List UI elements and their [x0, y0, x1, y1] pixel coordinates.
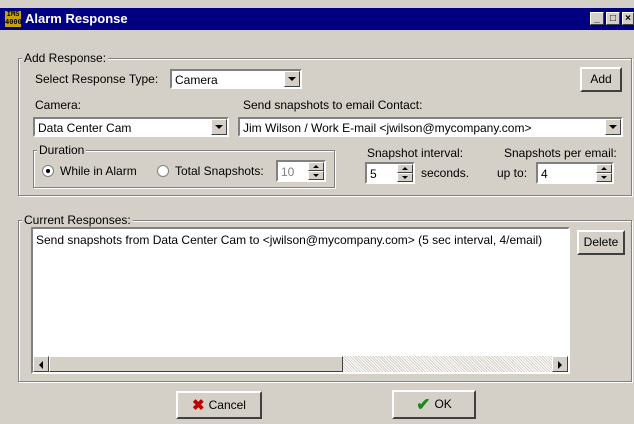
response-type-value: Camera	[175, 73, 218, 87]
snapshot-interval-value: 5	[370, 167, 377, 181]
current-responses-label: Current Responses:	[22, 213, 133, 227]
total-snapshots-label[interactable]: Total Snapshots:	[175, 164, 264, 178]
cancel-x-icon: ✖	[192, 396, 205, 414]
email-contact-select[interactable]: Jim Wilson / Work E-mail <jwilson@mycomp…	[238, 117, 623, 137]
ok-button-label: OK	[434, 397, 452, 411]
alarm-response-window: IMS 4000 Alarm Response _ □ × Add Respons…	[0, 0, 634, 424]
stepper-down-icon[interactable]	[308, 171, 324, 180]
stepper-down-icon[interactable]	[397, 173, 413, 182]
window-title: Alarm Response	[25, 11, 128, 26]
stepper-up-icon[interactable]	[596, 164, 612, 173]
cancel-button[interactable]: ✖ Cancel	[176, 391, 262, 419]
chevron-down-icon[interactable]	[284, 71, 300, 87]
scrollbar-thumb[interactable]	[49, 356, 343, 372]
per-email-prefix-label: up to:	[497, 166, 528, 180]
horizontal-scrollbar[interactable]	[33, 356, 568, 372]
close-button[interactable]: ×	[622, 12, 634, 25]
scroll-right-icon[interactable]	[552, 356, 568, 372]
total-snapshots-stepper[interactable]: 10	[276, 160, 326, 182]
snapshot-interval-stepper[interactable]: 5	[365, 162, 415, 184]
delete-button[interactable]: Delete	[577, 230, 625, 255]
response-type-label: Select Response Type:	[35, 72, 159, 86]
email-contact-value: Jim Wilson / Work E-mail <jwilson@mycomp…	[243, 121, 532, 135]
snapshot-interval-label: Snapshot interval:	[367, 146, 464, 160]
stepper-up-icon[interactable]	[308, 162, 324, 171]
total-snapshots-radio[interactable]	[157, 165, 169, 177]
maximize-button[interactable]: □	[606, 12, 620, 25]
interval-unit-label: seconds.	[421, 166, 470, 180]
ok-check-icon: ✔	[416, 395, 431, 415]
list-item[interactable]: Send snapshots from Data Center Cam to <…	[36, 233, 542, 247]
while-in-alarm-radio[interactable]	[42, 165, 54, 177]
duration-label: Duration	[37, 143, 87, 157]
current-responses-list[interactable]: Send snapshots from Data Center Cam to <…	[31, 227, 570, 374]
ok-button[interactable]: ✔ OK	[392, 390, 476, 419]
stepper-down-icon[interactable]	[596, 173, 612, 182]
while-in-alarm-label[interactable]: While in Alarm	[60, 164, 137, 178]
cancel-button-label: Cancel	[208, 398, 246, 412]
minimize-button[interactable]: _	[590, 12, 604, 25]
total-snapshots-value: 10	[281, 165, 295, 179]
scroll-left-icon[interactable]	[33, 356, 49, 372]
chevron-down-icon[interactable]	[605, 119, 621, 135]
app-icon: IMS 4000	[5, 11, 22, 27]
snapshots-per-email-label: Snapshots per email:	[504, 146, 617, 160]
add-button[interactable]: Add	[580, 67, 622, 92]
response-type-select[interactable]: Camera	[170, 69, 302, 89]
chevron-down-icon[interactable]	[211, 119, 227, 135]
camera-select[interactable]: Data Center Cam	[33, 117, 229, 137]
email-contact-label: Send snapshots to email Contact:	[243, 98, 423, 112]
camera-label: Camera:	[35, 98, 82, 112]
add-response-label: Add Response:	[22, 51, 109, 65]
snapshots-per-email-value: 4	[541, 167, 548, 181]
title-bar[interactable]: IMS 4000 Alarm Response _ □ ×	[0, 8, 634, 30]
camera-value: Data Center Cam	[38, 121, 132, 135]
stepper-up-icon[interactable]	[397, 164, 413, 173]
snapshots-per-email-stepper[interactable]: 4	[536, 162, 614, 184]
